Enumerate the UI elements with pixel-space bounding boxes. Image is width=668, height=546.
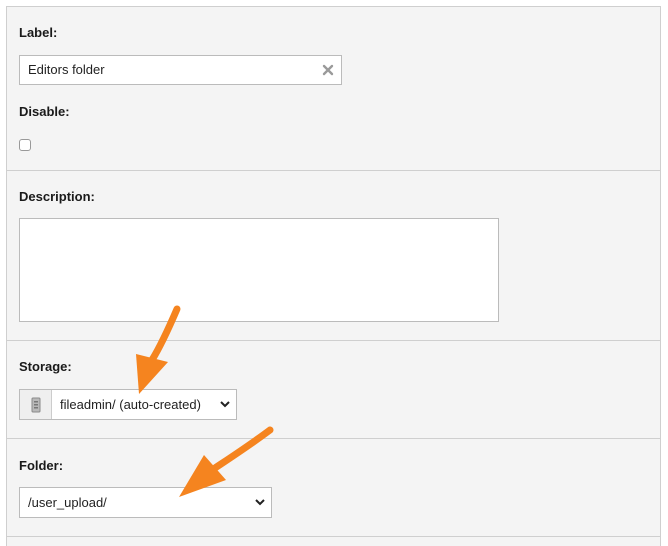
clear-x-icon[interactable]	[322, 64, 334, 76]
storage-field-label: Storage:	[19, 359, 72, 374]
folder-field-label: Folder:	[19, 458, 64, 473]
chevron-down-icon	[214, 390, 236, 419]
form-panel: Label: Editors folder Disable: Descripti…	[6, 6, 661, 546]
label-input-value: Editors folder	[28, 62, 105, 77]
storage-section: Storage: fileadmin/ (auto-created)	[7, 341, 660, 439]
description-section: Description:	[7, 171, 660, 341]
label-input[interactable]: Editors folder	[19, 55, 342, 85]
disable-field-label: Disable:	[19, 104, 70, 119]
description-field-label: Description:	[19, 189, 95, 204]
description-textarea[interactable]	[19, 218, 499, 322]
folder-section: Folder: /user_upload/	[7, 439, 660, 537]
folder-select[interactable]: /user_upload/	[19, 487, 272, 518]
storage-select-value: fileadmin/ (auto-created)	[60, 397, 201, 412]
disable-checkbox[interactable]	[19, 139, 31, 151]
chevron-down-icon	[249, 488, 271, 517]
storage-select[interactable]: fileadmin/ (auto-created)	[19, 389, 237, 420]
folder-select-value: /user_upload/	[28, 495, 107, 510]
storage-drive-icon	[31, 397, 40, 412]
storage-addon	[20, 390, 52, 419]
label-field-label: Label:	[19, 25, 58, 40]
general-section: Label: Editors folder Disable:	[7, 7, 660, 171]
